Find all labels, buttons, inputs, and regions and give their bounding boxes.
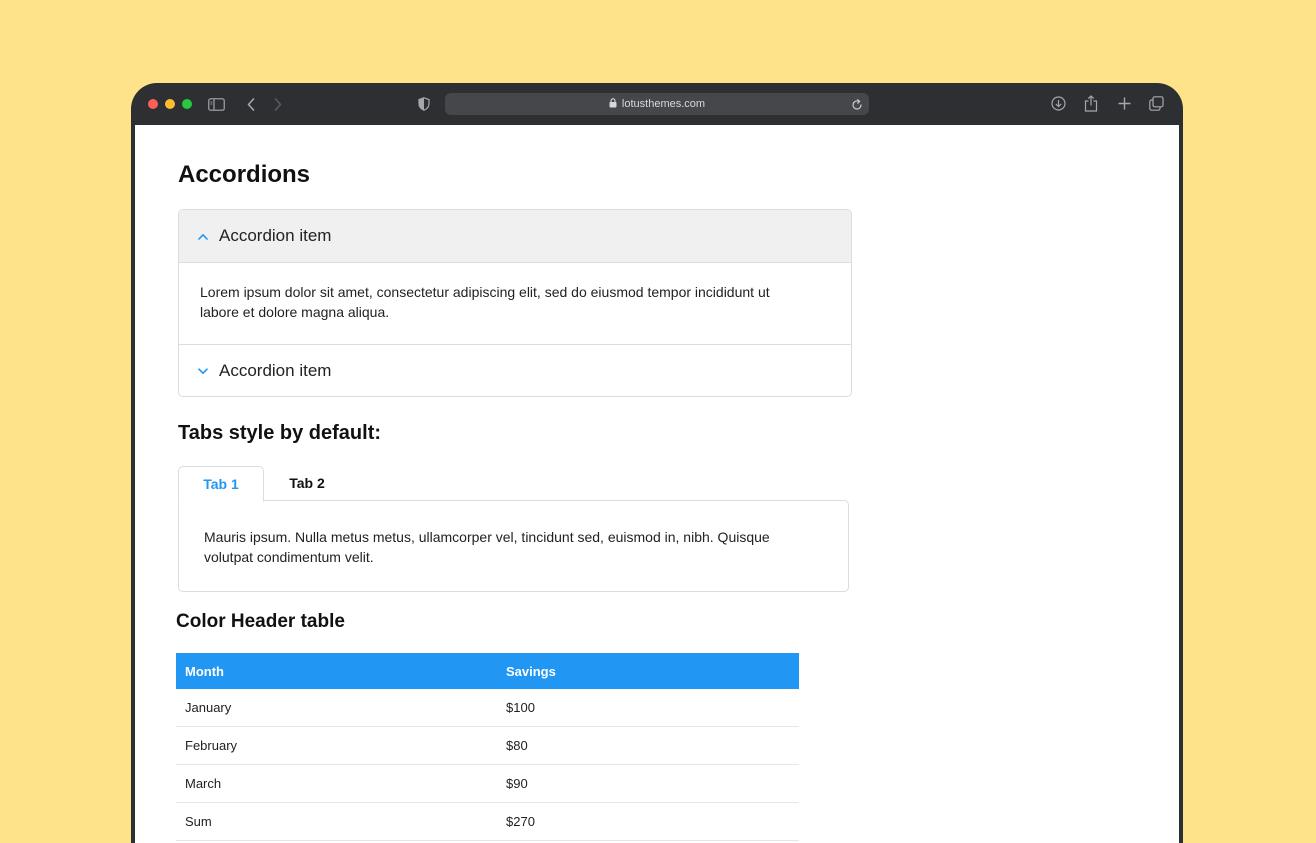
tabs-overview-icon[interactable]: [1147, 95, 1165, 111]
table-cell: $100: [497, 689, 799, 727]
table-row: Sum $270: [176, 802, 799, 841]
table-section-title: Color Header table: [176, 611, 345, 632]
table-row: February $80: [176, 726, 799, 765]
tab-panel-text: Mauris ipsum. Nulla metus metus, ullamco…: [204, 529, 770, 565]
tab-1[interactable]: Tab 1: [178, 466, 264, 502]
page-title: Accordions: [178, 161, 311, 188]
url-text: lotusthemes.com: [621, 98, 706, 110]
accordion-item-2-label: Accordion item: [219, 361, 332, 380]
accordion-item-1-label: Accordion item: [219, 226, 332, 245]
shield-icon[interactable]: [417, 96, 431, 112]
table-cell: January: [176, 689, 497, 727]
lock-icon: [609, 94, 617, 116]
table-row: March $90: [176, 764, 799, 803]
download-icon[interactable]: [1050, 95, 1066, 111]
table-cell: March: [176, 764, 497, 803]
table-cell: February: [176, 726, 497, 765]
accordion-item-1-header[interactable]: Accordion item: [179, 210, 851, 263]
table-cell: $80: [497, 726, 799, 765]
table-row: January $100: [176, 689, 799, 727]
accordion-item-1-body: Lorem ipsum dolor sit amet, consectetur …: [200, 284, 770, 320]
web-page: Accordions Accordion item Lorem ipsum do…: [135, 125, 1179, 843]
tab-2[interactable]: Tab 2: [274, 466, 340, 500]
new-tab-icon[interactable]: [1116, 95, 1132, 111]
address-bar[interactable]: lotusthemes.com: [445, 93, 869, 115]
reload-icon[interactable]: [851, 98, 863, 116]
accordion: Accordion item Lorem ipsum dolor sit ame…: [178, 209, 852, 397]
close-window-button[interactable]: [148, 99, 158, 109]
minimize-window-button[interactable]: [165, 99, 175, 109]
browser-toolbar: lotusthemes.com: [131, 83, 1183, 125]
sidebar-icon[interactable]: [207, 96, 225, 112]
zoom-window-button[interactable]: [182, 99, 192, 109]
table-cell: Sum: [176, 802, 497, 841]
table-cell: $270: [497, 802, 799, 841]
chevron-up-icon: [197, 230, 209, 242]
savings-table: Month Savings January $100 February $80 …: [176, 653, 799, 841]
back-icon[interactable]: [245, 96, 257, 112]
table-header-row: Month Savings: [176, 653, 799, 689]
chevron-down-icon: [197, 365, 209, 377]
tabs-section-title: Tabs style by default:: [178, 422, 382, 444]
table-cell: $90: [497, 764, 799, 803]
browser-window: lotusthemes.com Accordions Accordion ite…: [131, 83, 1183, 843]
share-icon[interactable]: [1083, 94, 1099, 112]
tab-panel: Mauris ipsum. Nulla metus metus, ullamco…: [178, 500, 849, 592]
column-header-month: Month: [176, 653, 497, 689]
column-header-savings: Savings: [497, 653, 799, 689]
forward-icon[interactable]: [272, 96, 284, 112]
accordion-item-2-header[interactable]: Accordion item: [179, 344, 851, 396]
